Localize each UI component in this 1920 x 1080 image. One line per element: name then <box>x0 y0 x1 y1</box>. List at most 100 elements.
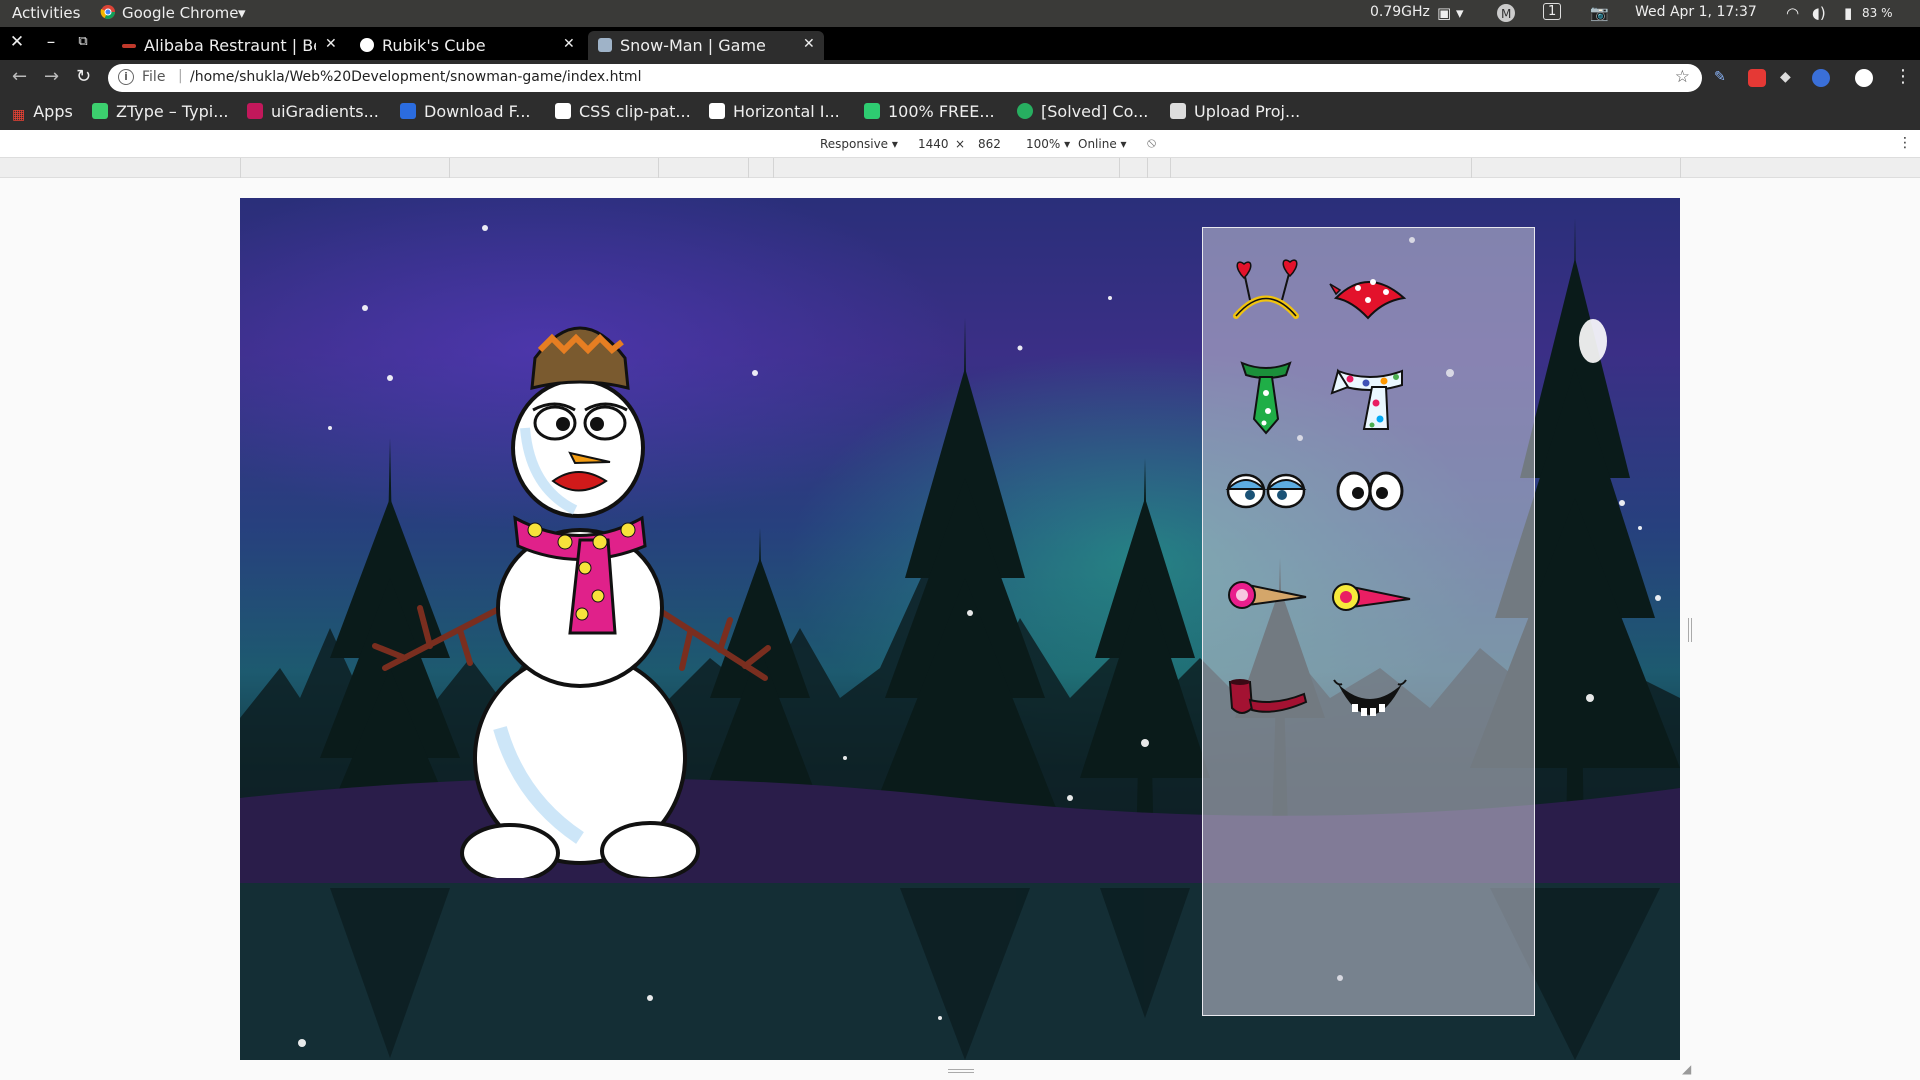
round-eyes-icon[interactable] <box>1328 453 1412 537</box>
network-select[interactable]: Online ▾ <box>1078 137 1127 151</box>
red-extension-icon[interactable] <box>1748 69 1766 87</box>
cpu-indicator-icon[interactable]: ▣ ▾ <box>1437 4 1463 22</box>
screenshot-icon[interactable]: 📷 <box>1590 4 1609 22</box>
zoom-label: 100% <box>1026 137 1061 151</box>
codepen-favicon-icon <box>709 103 725 119</box>
url-text[interactable]: /home/shukla/Web%20Development/snowman-g… <box>190 69 641 85</box>
bookmark-label: ZType – Typi... <box>116 102 229 121</box>
ztype-favicon-icon <box>92 103 108 119</box>
bookmark-free[interactable]: 100% FREE... <box>864 102 995 121</box>
accessory-panel <box>1202 227 1535 1016</box>
bookmark-css-clip-path[interactable]: CSS clip-pat... <box>555 102 691 121</box>
address-bar[interactable]: i File | /home/shukla/Web%20Development/… <box>108 64 1702 92</box>
apps-grid-icon: ▦ <box>12 107 26 123</box>
info-icon[interactable]: i <box>118 69 134 85</box>
bookmark-download[interactable]: Download F... <box>400 102 531 121</box>
height-input[interactable]: 862 <box>978 137 1001 151</box>
tab-snowman-game[interactable]: Snow-Man | Game ✕ <box>588 31 824 60</box>
battery-icon[interactable]: ▮ <box>1844 4 1852 22</box>
polka-scarf-icon[interactable] <box>1328 353 1412 437</box>
bookmark-star-icon[interactable]: ☆ <box>1675 67 1690 87</box>
system-top-bar: Activities Google Chrome ▾ 0.79GHz ▣ ▾ M… <box>0 0 1920 27</box>
snowman <box>372 326 771 878</box>
device-label: Responsive <box>820 137 889 151</box>
snowman-hat <box>530 326 630 390</box>
tab-title: Alibaba Restraunt | Be <box>144 36 316 55</box>
back-icon[interactable]: ← <box>12 68 27 86</box>
bookmark-solved[interactable]: [Solved] Co... <box>1017 102 1148 121</box>
bookmark-label: Download F... <box>424 102 531 121</box>
device-select[interactable]: Responsive ▾ <box>820 137 898 151</box>
viewport-height-resize-handle[interactable] <box>948 1069 974 1073</box>
bookmark-ztype[interactable]: ZType – Typi... <box>92 102 229 121</box>
app-menu-chevron-icon[interactable]: ▾ <box>238 4 246 22</box>
close-tab-icon[interactable]: ✕ <box>563 36 575 52</box>
battery-percent: 83 % <box>1862 6 1893 20</box>
tab-rubiks-cube[interactable]: Rubik's Cube ✕ <box>350 31 582 60</box>
solved-favicon-icon <box>1017 103 1033 119</box>
heart-headband-icon[interactable] <box>1224 256 1308 340</box>
bookmark-label: CSS clip-pat... <box>579 102 691 121</box>
game-viewport <box>240 198 1680 1060</box>
red-bandana-icon[interactable] <box>1328 256 1412 340</box>
tab-title: Rubik's Cube <box>382 36 486 55</box>
tab-title: Snow-Man | Game <box>620 36 766 55</box>
reload-icon[interactable]: ↻ <box>76 68 91 86</box>
green-tie-icon[interactable] <box>1224 353 1308 437</box>
svg-text:M: M <box>1501 7 1511 21</box>
profile-avatar-icon[interactable] <box>1855 69 1873 87</box>
browser-toolbar: ← → ↻ i File | /home/shukla/Web%20Develo… <box>0 60 1920 96</box>
cpu-frequency: 0.79GHz <box>1370 4 1430 20</box>
download-favicon-icon <box>400 103 416 119</box>
color-picker-extension-icon[interactable]: ✎ <box>1714 69 1732 87</box>
activities-button[interactable]: Activities <box>12 4 80 22</box>
volume-icon[interactable]: ◖) <box>1812 4 1826 22</box>
workspace-indicator[interactable]: 1 <box>1543 3 1562 20</box>
tab-alibaba[interactable]: Alibaba Restraunt | Be ✕ <box>112 31 344 60</box>
forward-icon[interactable]: → <box>44 68 59 86</box>
rotate-icon[interactable]: ⦸ <box>1147 135 1156 151</box>
grin-mouth-icon[interactable] <box>1328 656 1412 740</box>
restore-window-icon[interactable]: ⧉ <box>74 33 92 51</box>
zoom-select[interactable]: 100% ▾ <box>1026 137 1070 151</box>
close-tab-icon[interactable]: ✕ <box>803 36 815 52</box>
bookmark-label: Horizontal I... <box>733 102 840 121</box>
viewport-width-resize-handle[interactable] <box>1688 618 1692 642</box>
scheme-label: File <box>142 69 166 85</box>
bookmark-upload[interactable]: Upload Proj... <box>1170 102 1300 121</box>
bookmark-horizontal[interactable]: Horizontal I... <box>709 102 840 121</box>
bookmark-uigradients[interactable]: uiGradients... <box>247 102 379 121</box>
close-window-icon[interactable]: ✕ <box>8 33 26 51</box>
minimize-window-icon[interactable]: – <box>42 33 60 51</box>
rubiks-favicon-icon <box>360 38 374 52</box>
dimension-separator: × <box>955 137 966 151</box>
sleepy-eyes-icon[interactable] <box>1224 453 1308 537</box>
app-menu-label[interactable]: Google Chrome <box>122 4 239 22</box>
free-favicon-icon <box>864 103 880 119</box>
bookmark-label: uiGradients... <box>271 102 379 121</box>
blue-extension-icon[interactable] <box>1812 69 1830 87</box>
dark-extension-icon[interactable]: ◆ <box>1780 69 1798 87</box>
bookmarks-bar: ▦ Apps ZType – Typi... uiGradients... Dow… <box>0 96 1920 130</box>
bookmark-label: [Solved] Co... <box>1041 102 1149 121</box>
bookmark-apps[interactable]: ▦ Apps <box>12 102 73 123</box>
bookmark-label: Upload Proj... <box>1194 102 1301 121</box>
scheme-divider: | <box>178 68 183 84</box>
close-tab-icon[interactable]: ✕ <box>325 36 337 52</box>
codepen-favicon-icon <box>555 103 571 119</box>
file-favicon-icon <box>598 38 612 52</box>
mail-indicator-icon[interactable]: M <box>1496 3 1518 27</box>
device-more-icon[interactable]: ⋮ <box>1898 135 1912 151</box>
bookmark-label: 100% FREE... <box>888 102 995 121</box>
network-label: Online <box>1078 137 1117 151</box>
tab-strip: ✕ – ⧉ Alibaba Restraunt | Be ✕ Rubik's C… <box>0 27 1920 80</box>
tan-cone-nose-icon[interactable] <box>1224 553 1308 637</box>
wifi-icon[interactable]: ◠ <box>1786 4 1799 22</box>
chrome-menu-icon[interactable]: ⋮ <box>1894 68 1912 86</box>
pipe-icon[interactable] <box>1224 656 1308 740</box>
clock[interactable]: Wed Apr 1, 17:37 <box>1635 4 1757 20</box>
media-query-ruler[interactable] <box>0 158 1920 178</box>
corner-resize-icon[interactable]: ◢ <box>1682 1062 1691 1076</box>
width-input[interactable]: 1440 <box>918 137 949 151</box>
pink-cone-nose-icon[interactable] <box>1328 553 1412 637</box>
